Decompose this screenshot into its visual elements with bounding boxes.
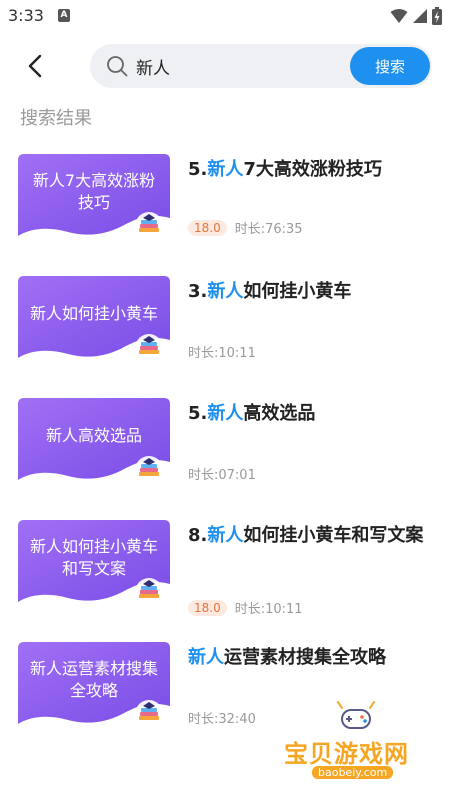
course-thumbnail: 新人7大高效涨粉技巧 [18,154,170,242]
item-number: 5. [188,403,208,424]
search-button[interactable]: 搜索 [350,47,430,85]
item-number: 8. [188,525,208,546]
duration-text: 时长:32:40 [188,712,256,727]
item-title: 5.新人高效选品 [188,400,428,428]
notification-icon: A [58,9,70,22]
duration-text: 时长:76:35 [234,222,303,237]
keyword-highlight: 新人 [207,525,244,546]
books-icon [135,212,163,240]
keyword-highlight: 新人 [207,403,244,424]
books-icon [135,456,163,484]
item-title: 8.新人如何挂小黄车和写文案 [188,522,428,550]
duration-text: 时长:10:11 [234,602,303,617]
course-thumbnail: 新人如何挂小黄车和写文案 [18,520,170,608]
books-icon [135,578,163,606]
item-title-rest: 如何挂小黄车和写文案 [243,525,424,546]
item-meta: 时长:10:11 [188,342,256,361]
item-number: 5. [188,159,208,180]
keyword-highlight: 新人 [207,281,244,302]
watermark: 宝贝游戏网 baobeiy.com [280,694,430,784]
watermark-text: 宝贝游戏网 [284,740,409,768]
status-icons [390,7,442,25]
result-list: 新人7大高效涨粉技巧 5.新人7大高效涨粉技巧 18.0 时长:76:35 新人… [0,150,450,760]
item-title-rest: 运营素材搜集全攻略 [224,647,386,668]
item-meta: 时长:07:01 [188,464,256,483]
status-bar: 3:33 A [0,0,450,32]
keyword-highlight: 新人 [207,159,244,180]
item-title-rest: 高效选品 [243,403,316,424]
course-thumbnail: 新人高效选品 [18,398,170,486]
chevron-left-icon [28,54,42,78]
list-item[interactable]: 新人如何挂小黄车 3.新人如何挂小黄车 时长:10:11 [0,272,450,394]
list-item[interactable]: 新人7大高效涨粉技巧 5.新人7大高效涨粉技巧 18.0 时长:76:35 [0,150,450,272]
item-meta: 18.0 时长:10:11 [188,598,303,617]
item-number: 3. [188,281,208,302]
gamepad-icon [337,701,375,729]
watermark-url: baobeiy.com [312,766,394,779]
books-icon [135,334,163,362]
price-badge: 18.0 [188,219,227,236]
item-title: 3.新人如何挂小黄车 [188,278,428,306]
search-icon [107,56,128,77]
results-heading: 搜索结果 [20,108,92,129]
list-item[interactable]: 新人高效选品 5.新人高效选品 时长:07:01 [0,394,450,516]
course-thumbnail: 新人运营素材搜集全攻略 [18,642,170,730]
item-title-rest: 7大高效涨粉技巧 [243,159,382,180]
item-meta: 18.0 时长:76:35 [188,218,303,237]
item-title-rest: 如何挂小黄车 [243,281,352,302]
battery-icon [432,7,442,25]
books-icon [135,700,163,728]
wifi-icon [390,9,408,23]
duration-text: 时长:10:11 [188,346,256,361]
item-meta: 时长:32:40 [188,708,256,727]
course-thumbnail: 新人如何挂小黄车 [18,276,170,364]
search-input[interactable] [136,53,336,79]
signal-icon [413,9,427,23]
price-badge: 18.0 [188,599,227,616]
item-title: 5.新人7大高效涨粉技巧 [188,156,428,184]
duration-text: 时长:07:01 [188,468,256,483]
list-item[interactable]: 新人如何挂小黄车和写文案 8.新人如何挂小黄车和写文案 18.0 时长:10:1… [0,516,450,638]
back-button[interactable] [20,50,52,82]
item-title: 新人运营素材搜集全攻略 [188,644,428,672]
status-time: 3:33 [8,6,44,25]
keyword-highlight: 新人 [188,647,224,668]
search-bar: 搜索 [90,44,432,88]
